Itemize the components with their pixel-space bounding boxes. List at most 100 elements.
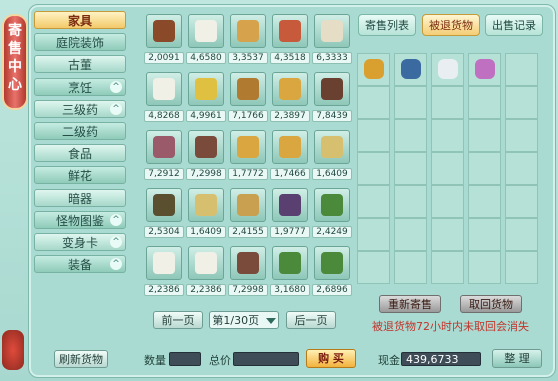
returned-slot[interactable] [394,86,427,119]
item-count: 7,1766 [228,110,268,122]
item-slot[interactable] [146,188,182,222]
returned-slot[interactable] [468,251,501,284]
returned-slot[interactable] [505,119,538,152]
quantity-input[interactable] [169,352,201,366]
item-slot[interactable] [188,72,224,106]
tab-2[interactable]: 出售记录 [485,14,543,36]
item-count: 2,0091 [144,52,184,64]
prev-page-button[interactable]: 前一页 [153,311,203,329]
category-label: 家具 [67,14,92,28]
expand-arrow-icon[interactable]: ^ [110,102,122,115]
returned-slot[interactable] [357,53,390,86]
item-slot[interactable] [230,246,266,280]
returned-slot[interactable] [357,218,390,251]
returned-slot[interactable] [468,152,501,185]
returned-slot[interactable] [357,185,390,218]
returned-slot[interactable] [468,53,501,86]
item-slot[interactable] [188,130,224,164]
category-10[interactable]: 变身卡 ^ [34,233,126,251]
purple-potion-icon [475,59,495,79]
returned-slot[interactable] [394,218,427,251]
item-slot[interactable] [272,130,308,164]
returned-slot[interactable] [394,185,427,218]
category-label: 变身卡 [61,236,98,250]
returned-slot[interactable] [431,251,464,284]
returned-slot[interactable] [357,251,390,284]
returned-slot[interactable] [505,218,538,251]
item-slot[interactable] [188,14,224,48]
category-6[interactable]: 食品 [34,144,126,163]
item-slot[interactable] [314,14,350,48]
returned-slot[interactable] [468,119,501,152]
category-11[interactable]: 装备 ^ [34,255,126,274]
category-9[interactable]: 怪物图鉴 ^ [34,210,126,229]
item-slot[interactable] [314,130,350,164]
returned-slot[interactable] [431,185,464,218]
page-indicator[interactable]: 第1/30页 [209,311,279,329]
item-slot[interactable] [188,188,224,222]
item-slot[interactable] [188,246,224,280]
next-page-button[interactable]: 后一页 [286,311,336,329]
item-slot[interactable] [146,246,182,280]
returned-slot[interactable] [468,185,501,218]
category-4[interactable]: 三级药 ^ [34,99,126,118]
category-2[interactable]: 古董 [34,55,126,74]
item-slot[interactable] [314,246,350,280]
retrieve-button[interactable]: 取回货物 [460,295,522,313]
expand-arrow-icon[interactable]: ^ [110,213,122,226]
refresh-button[interactable]: 刷新货物 [54,350,108,368]
returned-slot[interactable] [357,152,390,185]
category-0[interactable]: 家具 [34,11,126,29]
relist-button[interactable]: 重新寄售 [379,295,441,313]
returned-slot[interactable] [431,86,464,119]
category-5[interactable]: 二级药 [34,122,126,140]
expand-arrow-icon[interactable]: ^ [110,80,122,93]
item-slot[interactable] [230,14,266,48]
bronze-vase-icon [153,194,175,216]
item-slot[interactable] [146,130,182,164]
category-1[interactable]: 庭院装饰 [34,33,126,52]
category-7[interactable]: 鲜花 [34,166,126,185]
returned-slot[interactable] [468,86,501,119]
expand-arrow-icon[interactable]: ^ [110,258,122,271]
returned-slot[interactable] [394,152,427,185]
category-8[interactable]: 暗器 [34,188,126,207]
returned-slot[interactable] [505,152,538,185]
category-label: 暗器 [67,191,92,206]
item-slot[interactable] [146,14,182,48]
item-count: 1,6409 [312,168,352,180]
returned-slot[interactable] [357,86,390,119]
item-slot[interactable] [272,72,308,106]
returned-slot[interactable] [505,251,538,284]
returned-slot[interactable] [394,53,427,86]
item-slot[interactable] [272,188,308,222]
item-slot[interactable] [230,188,266,222]
buy-button[interactable]: 购 买 [306,349,356,368]
returned-slot[interactable] [505,185,538,218]
item-slot[interactable] [146,72,182,106]
item-slot[interactable] [230,72,266,106]
category-3[interactable]: 烹饪 ^ [34,77,126,96]
item-slot[interactable] [314,188,350,222]
returned-slot[interactable] [431,152,464,185]
white-flower-pot-icon [153,252,175,274]
return-notice: 被退货物72小时内未取回会消失 [372,320,529,333]
organize-button[interactable]: 整 理 [492,349,542,368]
returned-slot[interactable] [357,119,390,152]
item-slot[interactable] [272,14,308,48]
item-slot[interactable] [314,72,350,106]
returned-slot[interactable] [505,86,538,119]
returned-slot[interactable] [505,53,538,86]
tab-1[interactable]: 被退货物 [422,14,480,36]
expand-arrow-icon[interactable]: ^ [110,236,122,248]
chevron-down-icon [265,318,276,324]
tab-0[interactable]: 寄售列表 [358,14,416,36]
returned-slot[interactable] [394,119,427,152]
returned-slot[interactable] [394,251,427,284]
returned-slot[interactable] [431,218,464,251]
returned-slot[interactable] [431,53,464,86]
returned-slot[interactable] [431,119,464,152]
returned-slot[interactable] [468,218,501,251]
item-slot[interactable] [272,246,308,280]
item-slot[interactable] [230,130,266,164]
